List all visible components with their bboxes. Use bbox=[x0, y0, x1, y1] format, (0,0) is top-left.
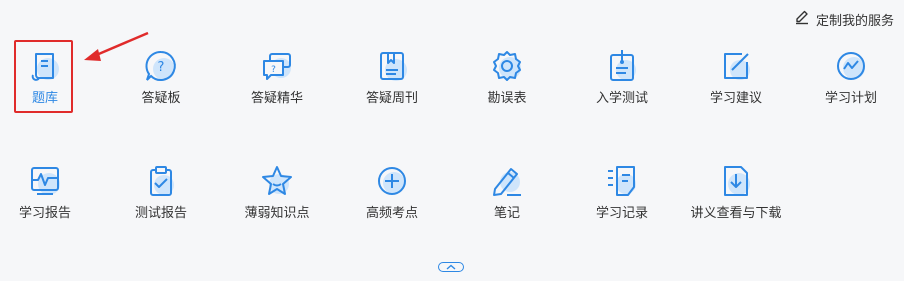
tile-label: 学习计划 bbox=[824, 91, 877, 106]
tile-label: 学习报告 bbox=[18, 206, 71, 221]
tile-label: 答疑周刊 bbox=[365, 91, 418, 106]
pulse-chart-icon bbox=[27, 163, 63, 199]
edit-square-icon bbox=[718, 48, 754, 84]
tile-study-report[interactable]: 学习报告 bbox=[0, 163, 102, 222]
collapse-button[interactable] bbox=[438, 262, 464, 272]
question-bank-icon bbox=[27, 48, 63, 84]
tile-qa-weekly[interactable]: 答疑周刊 bbox=[335, 48, 449, 107]
tile-qa-essence[interactable]: ? 答疑精华 bbox=[220, 48, 334, 107]
tile-label: 薄弱知识点 bbox=[244, 206, 310, 221]
tile-label: 勘误表 bbox=[487, 91, 527, 106]
bookmark-book-icon bbox=[374, 48, 410, 84]
tile-entrance-test[interactable]: 入学测试 bbox=[565, 48, 679, 107]
tile-qa-board[interactable]: ? 答疑板 bbox=[104, 48, 218, 107]
trend-circle-icon bbox=[833, 48, 869, 84]
service-grid: 题库 ? 答疑板 ? 答疑精华 答疑周刊 勘误表 入学测试 学习建议 学习计划 … bbox=[0, 0, 904, 281]
tile-study-advice[interactable]: 学习建议 bbox=[679, 48, 793, 107]
tile-question-bank[interactable]: 题库 bbox=[0, 48, 102, 107]
tile-weak-points[interactable]: 薄弱知识点 bbox=[220, 163, 334, 222]
svg-text:?: ? bbox=[271, 65, 276, 75]
tile-label: 答疑板 bbox=[141, 91, 181, 106]
tile-label: 题库 bbox=[31, 91, 58, 106]
record-list-icon bbox=[604, 163, 640, 199]
chat-bubbles-icon: ? bbox=[259, 48, 295, 84]
tile-study-record[interactable]: 学习记录 bbox=[565, 163, 679, 222]
clipboard-check-icon bbox=[143, 163, 179, 199]
plus-circle-icon bbox=[374, 163, 410, 199]
download-doc-icon bbox=[718, 163, 754, 199]
pen-icon bbox=[489, 163, 525, 199]
tile-label: 学习建议 bbox=[709, 91, 762, 106]
svg-text:?: ? bbox=[158, 60, 165, 75]
tile-label: 测试报告 bbox=[134, 206, 187, 221]
tile-handout-download[interactable]: 讲义查看与下载 bbox=[679, 163, 793, 222]
tile-high-freq-points[interactable]: 高频考点 bbox=[335, 163, 449, 222]
tile-errata[interactable]: 勘误表 bbox=[450, 48, 564, 107]
tile-label: 高频考点 bbox=[365, 206, 418, 221]
question-bubble-icon: ? bbox=[143, 48, 179, 84]
tile-label: 讲义查看与下载 bbox=[690, 206, 782, 221]
clipboard-pin-icon bbox=[604, 48, 640, 84]
chevron-up-icon bbox=[446, 264, 456, 270]
tile-notes[interactable]: 笔记 bbox=[450, 163, 564, 222]
tile-label: 入学测试 bbox=[595, 91, 648, 106]
star-icon bbox=[259, 163, 295, 199]
tile-label: 学习记录 bbox=[595, 206, 648, 221]
tile-test-report[interactable]: 测试报告 bbox=[104, 163, 218, 222]
tile-label: 答疑精华 bbox=[250, 91, 303, 106]
gear-icon bbox=[489, 48, 525, 84]
tile-label: 笔记 bbox=[493, 206, 520, 221]
tile-study-plan[interactable]: 学习计划 bbox=[794, 48, 904, 107]
